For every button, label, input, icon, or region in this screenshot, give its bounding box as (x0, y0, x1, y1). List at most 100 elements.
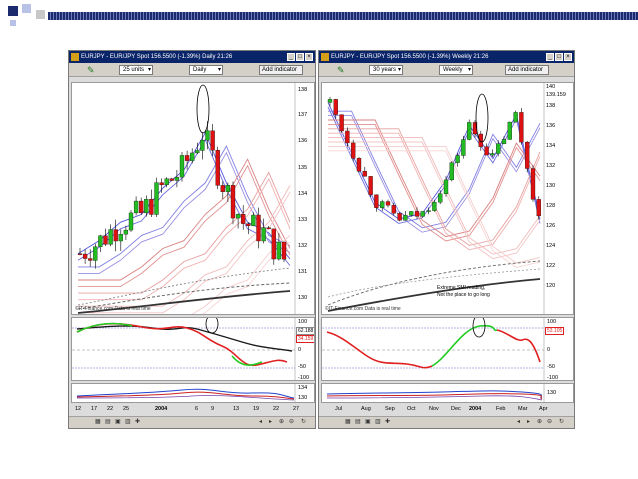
lower-indicator-pane[interactable]: 134 130 (71, 383, 315, 403)
osc-label: 100 (298, 319, 308, 325)
candle-down (281, 241, 287, 260)
minimize-icon[interactable]: _ (546, 53, 554, 61)
date-tick-label: 22 (273, 406, 280, 412)
price-tick-label: 138 (546, 103, 556, 109)
candle-down (351, 142, 356, 159)
candle-up (98, 235, 103, 247)
candle-down (525, 141, 530, 169)
arrow-left-icon[interactable]: ◂ (259, 419, 266, 426)
zoom-out-icon[interactable]: ⊖ (289, 419, 296, 426)
crosshair-icon[interactable]: ✚ (385, 419, 392, 426)
arrow-right-icon[interactable]: ▸ (269, 419, 276, 426)
window-titlebar[interactable]: EURJPY - EUR/JPY Spot 156.5500 (-1.39%) … (319, 51, 574, 63)
period-select[interactable]: Daily (189, 65, 223, 75)
zoom-out-icon[interactable]: ⊖ (547, 419, 554, 426)
zoom-in-icon[interactable]: ⊕ (279, 419, 286, 426)
candle-up (420, 211, 425, 217)
close-icon[interactable]: × (305, 53, 313, 61)
header-square-grey (36, 10, 45, 19)
candle-up (118, 234, 123, 242)
add-indicator-button[interactable]: Add indicator (259, 65, 303, 75)
candle-down (530, 168, 536, 200)
chart-tool-icon[interactable]: ✎ (87, 65, 97, 75)
slide-header (0, 0, 638, 26)
annotation-line-1: Extreme SMI reading, (437, 285, 486, 291)
print-icon[interactable]: ▣ (115, 419, 122, 426)
watermark: ©IT-Finance.com Data is real time (325, 306, 401, 312)
candle-up (108, 229, 113, 245)
date-tick-label: Feb (496, 406, 506, 412)
candle-down (391, 205, 396, 214)
years-select[interactable]: 30 years (369, 65, 403, 75)
minimize-icon[interactable]: _ (287, 53, 295, 61)
maximize-icon[interactable]: □ (296, 53, 304, 61)
header-square-dark (8, 6, 18, 16)
watermark: ©IT-Finance.com Data is real time (75, 306, 151, 312)
save-icon[interactable]: ▥ (375, 419, 382, 426)
date-tick-label: 22 (107, 406, 114, 412)
header-square-small (10, 20, 16, 26)
candle-down (215, 149, 220, 186)
price-pane[interactable]: 138 137 136 135 134 133 132 131 130 ©IT-Finance.… (71, 82, 315, 315)
zoom-in-icon[interactable]: ⊕ (537, 419, 544, 426)
window-titlebar[interactable]: EURJPY - EUR/JPY Spot 156.5500 (-1.39%) … (69, 51, 315, 63)
date-axis: Jul Aug Sep Oct Nov Dec 2004 Feb Mar Apr (321, 406, 574, 414)
price-chart-svg (77, 83, 296, 314)
grid-icon[interactable]: ▦ (95, 419, 102, 426)
lower-indicator-pane[interactable]: 130 (321, 383, 574, 403)
refresh-icon[interactable]: ↻ (559, 419, 566, 426)
refresh-icon[interactable]: ↻ (301, 419, 308, 426)
candle-up (490, 153, 495, 156)
date-tick-label: Apr (539, 406, 548, 412)
maximize-icon[interactable]: □ (555, 53, 563, 61)
candle-down (77, 253, 83, 255)
candle-up (409, 211, 414, 216)
candle-down (149, 199, 154, 215)
lower-indicator-svg (76, 384, 296, 402)
date-tick-label: Nov (429, 406, 439, 412)
candle-down (519, 112, 524, 143)
chart-icon[interactable]: ▤ (355, 419, 362, 426)
chart-icon[interactable]: ▤ (105, 419, 112, 426)
chart-toolbar: ✎ 30 years Weekly Add indicator (319, 63, 574, 77)
date-tick-label: Mar (518, 406, 528, 412)
daily-chart-window[interactable]: EURJPY - EUR/JPY Spot 156.5500 (-1.39%) … (68, 50, 316, 429)
date-tick-label: 6 (195, 406, 199, 412)
candle-down (345, 130, 350, 144)
crosshair-icon[interactable]: ✚ (135, 419, 142, 426)
arrow-left-icon[interactable]: ◂ (517, 419, 524, 426)
osc-label: -100 (547, 375, 559, 381)
arrow-right-icon[interactable]: ▸ (527, 419, 534, 426)
grid-icon[interactable]: ▦ (345, 419, 352, 426)
candle-down (88, 258, 93, 261)
close-icon[interactable]: × (564, 53, 572, 61)
weekly-chart-window[interactable]: EURJPY - EUR/JPY Spot 156.5500 (-1.39%) … (318, 50, 575, 429)
smi-pane[interactable]: 100 53.105 0 -50 -100 (321, 317, 574, 381)
candle-up (467, 122, 472, 140)
candle-down (385, 201, 391, 206)
candle-up (154, 182, 159, 215)
candle-up (179, 155, 185, 178)
candle-up (496, 143, 501, 154)
save-icon[interactable]: ▥ (125, 419, 132, 426)
osc-label: -50 (547, 364, 555, 370)
period-select[interactable]: Weekly (439, 65, 473, 75)
print-icon[interactable]: ▣ (365, 419, 372, 426)
date-tick-label: Sep (385, 406, 395, 412)
price-tick-label: 139.159 (546, 92, 566, 98)
price-tick-label: 120 (546, 283, 556, 289)
candle-up (455, 155, 460, 163)
chart-tool-icon[interactable]: ✎ (337, 65, 347, 75)
candle-down (339, 114, 344, 132)
candle-down (103, 235, 108, 245)
candle-down (266, 227, 271, 230)
price-pane[interactable]: 140 139.159 138 136 134 132 130 128 126 124 122 120… (321, 82, 574, 315)
units-select[interactable]: 25 units (119, 65, 153, 75)
date-tick-label: 19 (253, 406, 260, 412)
date-tick-label: Oct (407, 406, 416, 412)
candle-up (507, 121, 512, 140)
candle-up (200, 140, 205, 151)
osc-label: 100 (547, 319, 557, 325)
add-indicator-button[interactable]: Add indicator (505, 65, 549, 75)
smi-pane[interactable]: 100 62.188 34.159 0 -50 -100 (71, 317, 315, 381)
